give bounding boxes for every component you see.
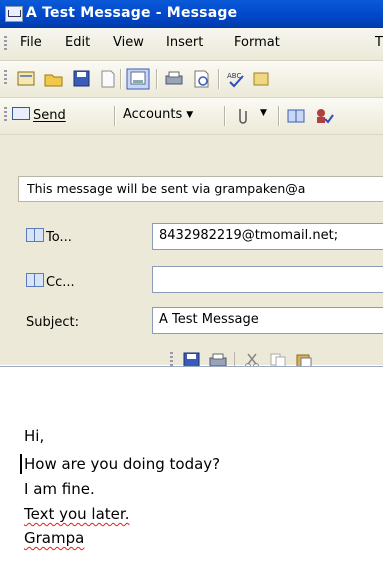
- to-field[interactable]: 8432982219@tmomail.net;: [152, 223, 383, 250]
- new-icon[interactable]: [16, 70, 36, 88]
- attach-dropdown-icon[interactable]: ▼: [260, 108, 267, 118]
- standard-toolbar: ABC: [0, 61, 383, 98]
- menu-bar: File Edit View Insert Format T: [0, 28, 383, 61]
- toolbar-grip[interactable]: [4, 70, 7, 86]
- spell-icon[interactable]: ABC: [226, 70, 246, 88]
- address-book-icon[interactable]: [286, 107, 306, 125]
- body-line: Text you later.: [24, 505, 130, 523]
- text-cursor: [20, 454, 22, 474]
- message-window-icon: [5, 6, 23, 22]
- message-header: This message will be sent via grampaken@…: [0, 135, 383, 370]
- menu-insert[interactable]: Insert: [166, 35, 203, 50]
- check-names-icon[interactable]: [314, 107, 334, 125]
- body-line: Hi,: [24, 427, 45, 445]
- print-icon[interactable]: [164, 70, 184, 88]
- menu-grip[interactable]: [4, 36, 7, 52]
- title-bar: A Test Message - Message: [0, 0, 383, 28]
- print-preview-icon[interactable]: [126, 68, 150, 90]
- menu-edit[interactable]: Edit: [65, 35, 90, 50]
- subject-field[interactable]: A Test Message: [152, 307, 383, 334]
- research-icon[interactable]: [252, 70, 272, 88]
- menu-format[interactable]: Format: [234, 35, 280, 50]
- attach-icon[interactable]: [232, 107, 252, 125]
- save-icon[interactable]: [72, 70, 92, 88]
- toolbar-grip-2[interactable]: [4, 107, 7, 123]
- to-button[interactable]: To...: [26, 228, 72, 245]
- open-icon[interactable]: [44, 70, 64, 88]
- cc-button[interactable]: Cc...: [26, 273, 75, 290]
- body-line: I am fine.: [24, 480, 95, 498]
- body-line: Grampa: [24, 529, 85, 547]
- message-toolbar: Send Accounts ▼ ▼: [0, 98, 383, 135]
- menu-view[interactable]: View: [113, 35, 144, 50]
- chevron-down-icon: ▼: [186, 110, 194, 120]
- body-line: How are you doing today?: [24, 455, 221, 473]
- menu-tools[interactable]: T: [375, 35, 383, 50]
- send-button[interactable]: Send: [12, 107, 66, 123]
- cc-field[interactable]: [152, 266, 383, 293]
- document-icon[interactable]: [98, 70, 118, 88]
- preview-icon[interactable]: [192, 70, 212, 88]
- message-body[interactable]: Hi, How are you doing today? I am fine. …: [0, 366, 383, 569]
- account-info-bar: This message will be sent via grampaken@…: [18, 176, 383, 202]
- window-title: A Test Message - Message: [26, 5, 238, 21]
- send-envelope-icon: [12, 107, 30, 120]
- accounts-button[interactable]: Accounts ▼: [123, 107, 193, 122]
- address-book-icon: [26, 228, 44, 242]
- menu-file[interactable]: File: [20, 35, 42, 50]
- address-book-icon: [26, 273, 44, 287]
- subject-label: Subject:: [26, 315, 79, 330]
